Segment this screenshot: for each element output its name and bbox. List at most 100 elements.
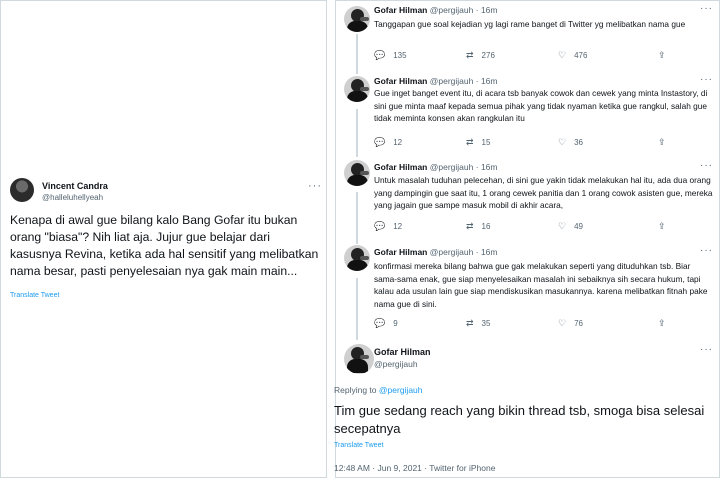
retweet-count: 16	[481, 222, 491, 231]
retweet-button[interactable]: ⇄ 276	[466, 50, 495, 61]
tweet-meta: Gofar Hilman @pergijauh · 16m	[374, 247, 498, 257]
tweet-meta: Gofar Hilman @pergijauh · 16m	[374, 162, 498, 172]
like-button[interactable]: ♡ 49	[558, 221, 583, 232]
reply-count: 135	[393, 51, 407, 60]
heart-icon: ♡	[558, 318, 567, 328]
author-handle[interactable]: @pergijauh	[430, 162, 474, 172]
retweet-count: 276	[481, 51, 495, 60]
thread-connector	[356, 34, 358, 74]
like-button[interactable]: ♡ 476	[558, 50, 587, 61]
avatar[interactable]	[10, 178, 34, 202]
reply-icon: 💬	[374, 318, 386, 328]
like-button[interactable]: ♡ 76	[558, 318, 583, 329]
translate-tweet-link[interactable]: Translate Tweet	[334, 442, 383, 449]
reply-icon: 💬	[374, 137, 386, 147]
reply-button[interactable]: 💬 9	[374, 318, 398, 329]
share-button[interactable]: ⇪	[658, 50, 666, 61]
retweet-count: 35	[481, 319, 491, 328]
share-button[interactable]: ⇪	[658, 221, 666, 232]
like-count: 49	[574, 222, 583, 231]
tweet-text: Kenapa di awal gue bilang kalo Bang Gofa…	[10, 213, 319, 278]
like-button[interactable]: ♡ 36	[558, 137, 583, 148]
like-count: 476	[574, 51, 588, 60]
retweet-count: 15	[481, 138, 491, 147]
like-count: 36	[574, 138, 583, 147]
retweet-button[interactable]: ⇄ 16	[466, 221, 490, 232]
left-tweet: Vincent Candra @halleluhellyeah ··· Kena…	[0, 0, 326, 478]
tweet-text: Gue inget banget event itu, di acara tsb…	[374, 88, 708, 124]
author-name[interactable]: Gofar Hilman	[374, 76, 427, 86]
tweet-meta: Gofar Hilman @pergijauh · 16m	[374, 5, 498, 15]
author-handle[interactable]: @pergijauh	[374, 359, 418, 369]
avatar[interactable]	[344, 245, 370, 271]
reply-count: 12	[393, 222, 403, 231]
share-icon: ⇪	[658, 221, 666, 231]
share-icon: ⇪	[658, 50, 666, 60]
share-icon: ⇪	[658, 318, 666, 328]
retweet-icon: ⇄	[466, 50, 474, 60]
replying-to-handle[interactable]: @pergijauh	[379, 385, 423, 395]
retweet-icon: ⇄	[466, 221, 474, 231]
author-handle[interactable]: @halleluhellyeah	[42, 193, 103, 202]
more-dots-icon[interactable]: ···	[700, 245, 713, 256]
retweet-icon: ⇄	[466, 137, 474, 147]
share-icon: ⇪	[658, 137, 666, 147]
avatar[interactable]	[344, 76, 370, 102]
share-button[interactable]: ⇪	[658, 318, 666, 329]
thread-connector	[356, 278, 358, 340]
thread-connector	[356, 192, 358, 244]
avatar[interactable]	[344, 344, 374, 374]
reply-icon: 💬	[374, 50, 386, 60]
tweet-timestamp[interactable]: 12:48 AM · Jun 9, 2021 · Twitter for iPh…	[334, 463, 495, 473]
tweet-time[interactable]: 16m	[481, 162, 498, 172]
share-button[interactable]: ⇪	[658, 137, 666, 148]
thread-connector	[356, 109, 358, 157]
reply-button[interactable]: 💬 12	[374, 221, 402, 232]
more-dots-icon[interactable]: ···	[700, 3, 713, 14]
avatar[interactable]	[344, 6, 370, 32]
tweet-time[interactable]: 16m	[481, 76, 498, 86]
main-tweet-text: Tim gue sedang reach yang bikin thread t…	[334, 403, 705, 436]
tweet-meta: Gofar Hilman @pergijauh · 16m	[374, 76, 498, 86]
separator: ·	[475, 247, 479, 257]
tweet-text: konfirmasi mereka bilang bahwa gue gak m…	[374, 261, 708, 309]
author-handle[interactable]: @pergijauh	[430, 5, 474, 15]
tweet-actions: 💬 135 ⇄ 276 ♡ 476 ⇪	[374, 50, 704, 62]
retweet-button[interactable]: ⇄ 35	[466, 318, 490, 329]
thread-panel: Gofar Hilman @pergijauh · 16m ··· Tangga…	[334, 0, 720, 478]
heart-icon: ♡	[558, 137, 567, 147]
more-dots-icon[interactable]: ···	[700, 344, 713, 355]
avatar[interactable]	[344, 160, 370, 186]
separator: ·	[475, 5, 479, 15]
more-dots-icon[interactable]: ···	[700, 74, 713, 85]
author-name[interactable]: Gofar Hilman	[374, 347, 431, 357]
tweet-text: Tanggapan gue soal kejadian yg lagi rame…	[374, 19, 686, 29]
author-name[interactable]: Gofar Hilman	[374, 5, 427, 15]
author-name[interactable]: Gofar Hilman	[374, 247, 427, 257]
tweet-time[interactable]: 16m	[481, 5, 498, 15]
reply-count: 9	[393, 319, 398, 328]
tweet-actions: 💬 9 ⇄ 35 ♡ 76 ⇪	[374, 318, 704, 330]
replying-to-label: Replying to	[334, 385, 377, 395]
retweet-icon: ⇄	[466, 318, 474, 328]
reply-count: 12	[393, 138, 403, 147]
translate-tweet-link[interactable]: Translate Tweet	[10, 292, 59, 299]
more-dots-icon[interactable]: ···	[700, 160, 713, 171]
author-name[interactable]: Gofar Hilman	[374, 162, 427, 172]
retweet-button[interactable]: ⇄ 15	[466, 137, 490, 148]
separator: ·	[475, 76, 479, 86]
replying-to: Replying to @pergijauh	[334, 385, 423, 395]
like-count: 76	[574, 319, 583, 328]
tweet-time[interactable]: 16m	[481, 247, 498, 257]
separator: ·	[475, 162, 479, 172]
heart-icon: ♡	[558, 221, 567, 231]
author-name[interactable]: Vincent Candra	[42, 181, 108, 191]
heart-icon: ♡	[558, 50, 567, 60]
reply-button[interactable]: 💬 135	[374, 50, 407, 61]
reply-button[interactable]: 💬 12	[374, 137, 402, 148]
author-handle[interactable]: @pergijauh	[430, 76, 474, 86]
reply-icon: 💬	[374, 221, 386, 231]
more-dots-icon[interactable]: ···	[308, 180, 322, 192]
author-handle[interactable]: @pergijauh	[430, 247, 474, 257]
tweet-actions: 💬 12 ⇄ 15 ♡ 36 ⇪	[374, 137, 704, 149]
